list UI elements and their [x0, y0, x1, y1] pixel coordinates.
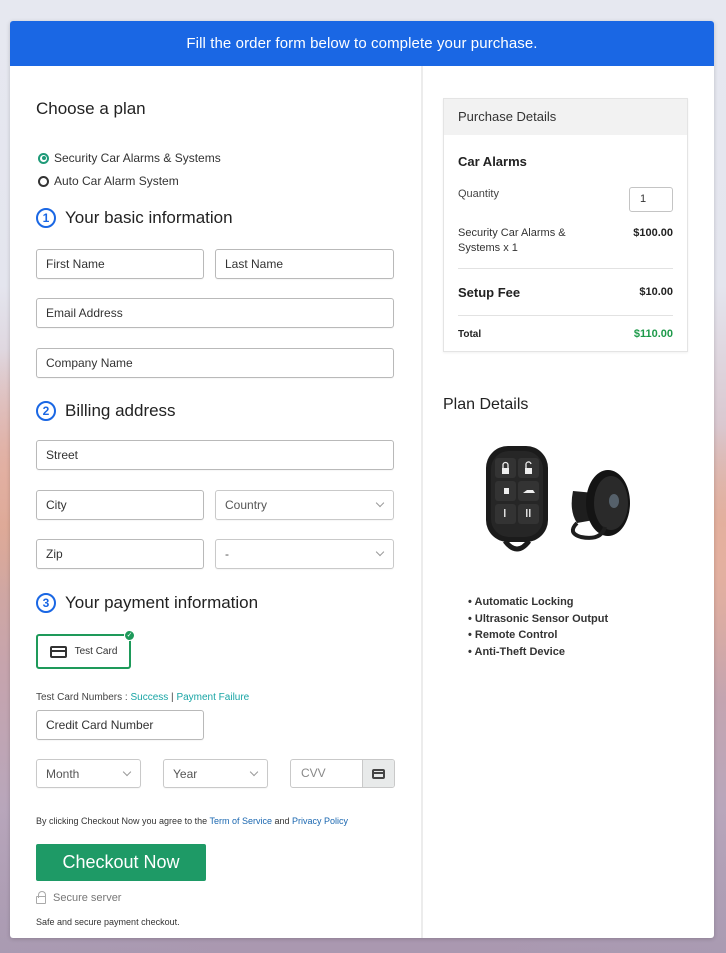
- last-name-input[interactable]: Last Name: [215, 249, 394, 279]
- payment-heading: 3 Your payment information: [36, 593, 258, 613]
- step-3-icon: 3: [36, 593, 56, 613]
- test-card-label: Test Card: [74, 646, 118, 657]
- feature-item: Ultrasonic Sensor Output: [468, 611, 608, 628]
- line-item-label: Security Car Alarms & Systems x 1: [458, 227, 566, 254]
- month-value: Month: [46, 767, 80, 781]
- checkout-now-button[interactable]: Checkout Now: [36, 844, 206, 881]
- feature-item: Anti-Theft Device: [468, 644, 608, 661]
- cvv-help-button[interactable]: [362, 760, 394, 787]
- order-banner: Fill the order form below to complete yo…: [10, 21, 714, 66]
- feature-item: Remote Control: [468, 627, 608, 644]
- section-title: Your payment information: [65, 593, 259, 612]
- product-image: [486, 446, 630, 552]
- lock-icon: [36, 890, 46, 904]
- city-input[interactable]: City: [36, 490, 204, 520]
- section-title: Your basic information: [65, 208, 233, 227]
- chevron-down-icon: [375, 547, 385, 557]
- company-input[interactable]: Company Name: [36, 348, 394, 378]
- cvv-field[interactable]: CVV: [290, 759, 395, 788]
- purchase-details-box: Purchase Details Car Alarms Quantity 1 S…: [443, 98, 688, 352]
- street-input[interactable]: Street: [36, 440, 394, 470]
- siren-horn-icon: [570, 470, 630, 540]
- billing-heading: 2 Billing address: [36, 401, 176, 421]
- setup-fee-price: $10.00: [639, 286, 673, 298]
- credit-card-icon: [372, 768, 385, 779]
- feature-item: Automatic Locking: [468, 594, 608, 611]
- agreement-text: By clicking Checkout Now you agree to th…: [36, 816, 348, 826]
- order-summary: Purchase Details Car Alarms Quantity 1 S…: [423, 66, 714, 938]
- plan-option-label: Security Car Alarms & Systems: [54, 151, 221, 165]
- quantity-label: Quantity: [458, 188, 499, 200]
- order-form: Choose a plan Security Car Alarms & Syst…: [10, 66, 421, 938]
- secure-server-label: Secure server: [53, 892, 122, 904]
- plan-details-heading: Plan Details: [443, 396, 529, 413]
- success-link[interactable]: Success: [130, 692, 168, 703]
- key-fob-remote-icon: [486, 446, 548, 552]
- plan-option-security[interactable]: Security Car Alarms & Systems: [38, 151, 221, 165]
- year-select[interactable]: Year: [163, 759, 268, 788]
- radio-unchecked-icon[interactable]: [38, 175, 49, 187]
- test-card-numbers: Test Card Numbers : Success | Payment Fa…: [36, 692, 249, 703]
- state-value: -: [225, 547, 229, 561]
- chevron-down-icon: [122, 767, 132, 777]
- line-item-price: $100.00: [633, 227, 673, 239]
- privacy-link[interactable]: Privacy Policy: [292, 816, 348, 826]
- total-label: Total: [458, 329, 482, 340]
- country-select[interactable]: Country: [215, 490, 394, 520]
- plan-features-list: Automatic Locking Ultrasonic Sensor Outp…: [468, 594, 609, 661]
- email-input[interactable]: Email Address: [36, 298, 394, 328]
- setup-fee-label: Setup Fee: [458, 285, 521, 300]
- chevron-down-icon: [249, 767, 259, 777]
- step-2-icon: 2: [36, 401, 56, 421]
- safe-checkout-text: Safe and secure payment checkout.: [36, 917, 180, 927]
- zip-input[interactable]: Zip: [36, 539, 204, 569]
- product-name: Car Alarms: [458, 154, 527, 169]
- order-form-card: Fill the order form below to complete yo…: [10, 21, 714, 938]
- credit-card-number-input[interactable]: Credit Card Number: [36, 710, 204, 740]
- purchase-details-heading: Purchase Details: [444, 99, 687, 135]
- year-value: Year: [173, 767, 198, 781]
- chevron-down-icon: [375, 498, 385, 508]
- payment-failure-link[interactable]: Payment Failure: [176, 692, 249, 703]
- section-title: Billing address: [65, 401, 176, 420]
- basic-info-heading: 1 Your basic information: [36, 208, 233, 228]
- plan-option-label: Auto Car Alarm System: [54, 174, 179, 188]
- agreement-and: and: [271, 816, 292, 826]
- test-card-option[interactable]: Test Card ✓: [36, 630, 135, 669]
- step-1-icon: 1: [36, 208, 56, 228]
- month-select[interactable]: Month: [36, 759, 141, 788]
- test-numbers-label: Test Card Numbers :: [36, 692, 131, 703]
- first-name-input[interactable]: First Name: [36, 249, 204, 279]
- plan-option-auto[interactable]: Auto Car Alarm System: [38, 174, 179, 188]
- total-price: $110.00: [633, 328, 673, 340]
- divider: [458, 315, 673, 316]
- quantity-input[interactable]: 1: [629, 187, 673, 212]
- terms-link[interactable]: Term of Service: [209, 816, 272, 826]
- check-circle-icon: ✓: [124, 630, 135, 641]
- radio-checked-icon[interactable]: [38, 152, 49, 164]
- state-select[interactable]: -: [215, 539, 394, 569]
- credit-card-icon: [49, 645, 67, 658]
- secure-server: Secure server: [36, 890, 122, 904]
- cvv-input[interactable]: CVV: [291, 760, 362, 787]
- country-value: Country: [225, 498, 268, 512]
- choose-plan-heading: Choose a plan: [36, 99, 146, 118]
- divider: [458, 268, 673, 269]
- agreement-prefix: By clicking Checkout Now you agree to th…: [36, 816, 210, 826]
